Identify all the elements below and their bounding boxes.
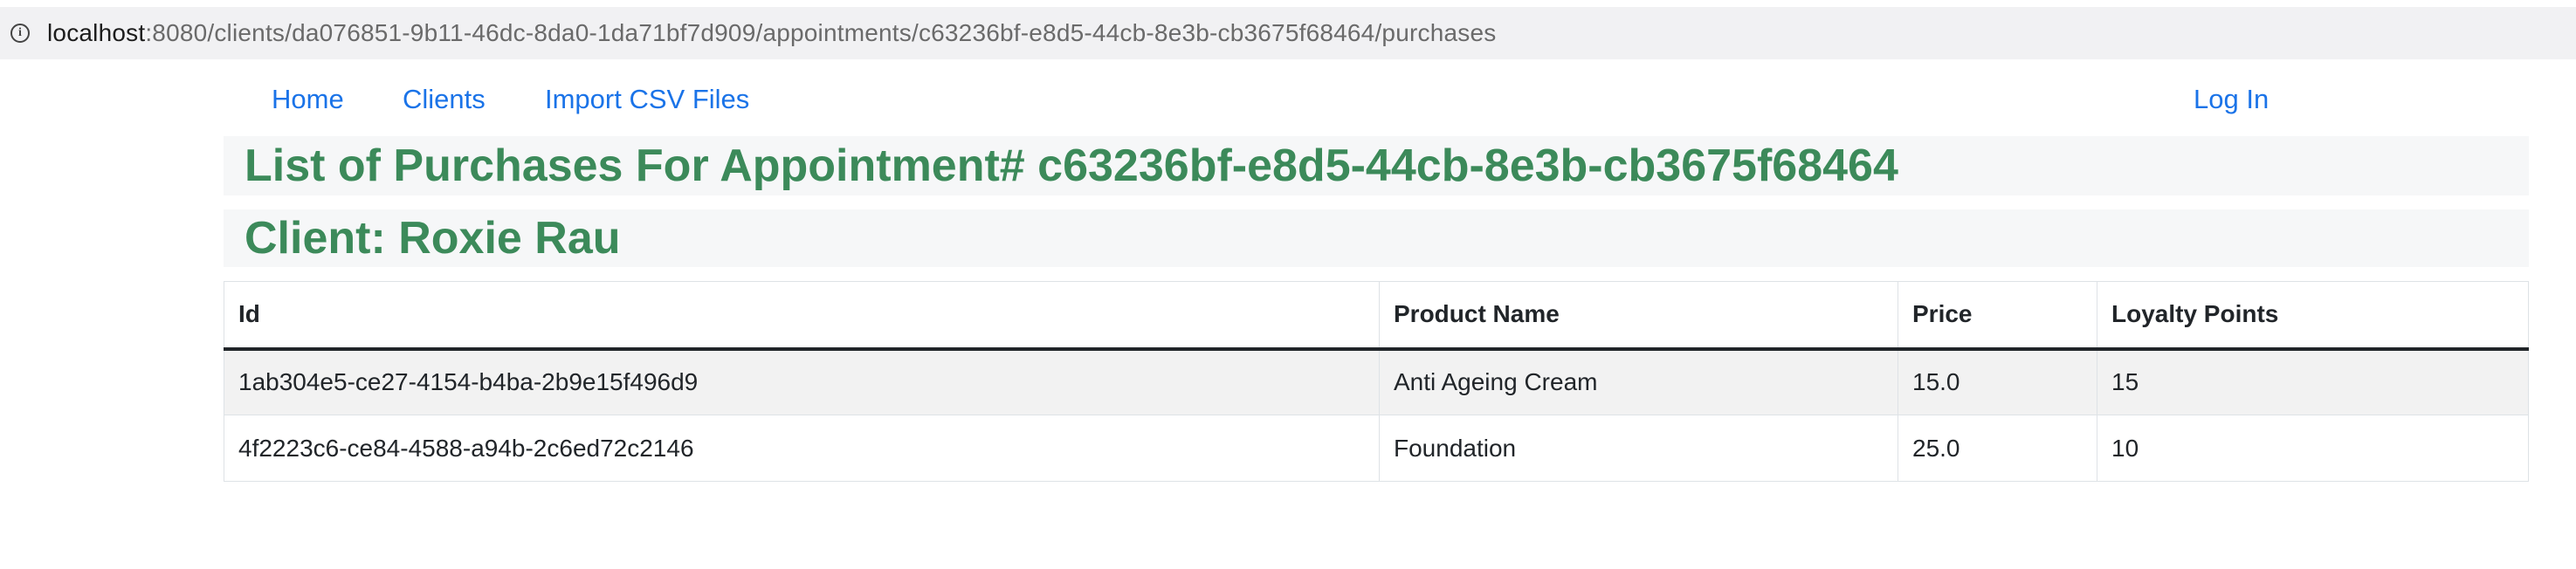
table-row: 4f2223c6-ce84-4588-a94b-2c6ed72c2146 Fou… <box>224 415 2529 482</box>
nav-home-link[interactable]: Home <box>272 84 344 115</box>
cell-price: 25.0 <box>1898 415 2097 482</box>
nav-clients-link[interactable]: Clients <box>403 84 486 115</box>
cell-id: 1ab304e5-ce27-4154-b4ba-2b9e15f496d9 <box>224 348 1380 415</box>
cell-loyalty-points: 10 <box>2097 415 2529 482</box>
page-title: List of Purchases For Appointment# c6323… <box>224 136 2529 195</box>
purchases-table: Id Product Name Price Loyalty Points 1ab… <box>224 281 2529 482</box>
url-text[interactable]: localhost:8080/clients/da076851-9b11-46d… <box>47 19 1496 47</box>
info-icon[interactable]: i <box>10 24 30 43</box>
column-header-loyalty-points: Loyalty Points <box>2097 281 2529 351</box>
nav-login-link[interactable]: Log In <box>2194 84 2269 115</box>
url-host: localhost <box>47 19 146 46</box>
cell-id: 4f2223c6-ce84-4588-a94b-2c6ed72c2146 <box>224 415 1380 482</box>
address-bar[interactable]: i localhost:8080/clients/da076851-9b11-4… <box>0 7 2576 59</box>
column-header-id: Id <box>224 281 1380 351</box>
cell-product-name: Foundation <box>1379 415 1898 482</box>
cell-product-name: Anti Ageing Cream <box>1379 348 1898 415</box>
table-row: 1ab304e5-ce27-4154-b4ba-2b9e15f496d9 Ant… <box>224 348 2529 415</box>
column-header-product-name: Product Name <box>1379 281 1898 351</box>
client-heading: Client: Roxie Rau <box>224 209 2529 267</box>
navbar: Home Clients Import CSV Files Log In <box>0 80 2576 124</box>
table-header-row: Id Product Name Price Loyalty Points <box>224 281 2529 351</box>
url-path: :8080/clients/da076851-9b11-46dc-8da0-1d… <box>145 19 1497 46</box>
cell-loyalty-points: 15 <box>2097 348 2529 415</box>
cell-price: 15.0 <box>1898 348 2097 415</box>
nav-import-csv-link[interactable]: Import CSV Files <box>545 84 749 115</box>
column-header-price: Price <box>1898 281 2097 351</box>
